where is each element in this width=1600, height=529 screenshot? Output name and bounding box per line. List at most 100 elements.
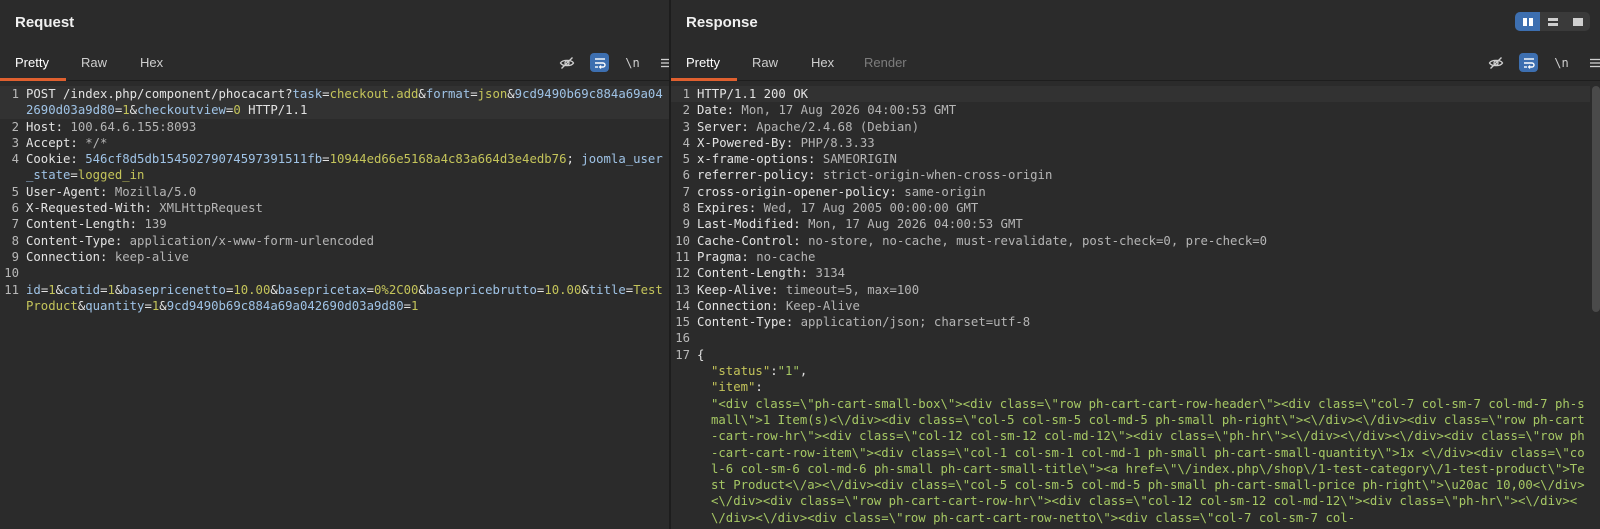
code-token: :	[770, 364, 778, 379]
request-editor[interactable]: 1 POST /index.php/component/phocacart?tas…	[0, 86, 669, 529]
code-line: 1 POST /index.php/component/phocacart?tas…	[0, 86, 669, 119]
line-number	[671, 396, 691, 526]
code-token: application/json; charset=utf-8	[800, 315, 1031, 330]
code-token: Date:	[697, 103, 742, 118]
response-tab-raw[interactable]: Raw	[737, 46, 793, 80]
line-content: Keep-Alive: timeout=5, max=100	[691, 282, 1590, 298]
menu-icon[interactable]	[1585, 53, 1600, 72]
line-content: Content-Type: application/json; charset=…	[691, 314, 1590, 330]
request-tab-pretty[interactable]: Pretty	[0, 46, 66, 81]
line-content: Host: 100.64.6.155:8093	[20, 119, 669, 135]
code-line: 3 Server: Apache/2.4.68 (Debian)	[671, 119, 1590, 135]
line-content: "status":"1",	[691, 363, 1590, 379]
code-line: 9 Last-Modified: Mon, 17 Aug 2026 04:00:5…	[671, 216, 1590, 232]
request-tab-hex[interactable]: Hex	[125, 46, 178, 80]
code-line: 7 Content-Length: 139	[0, 216, 669, 232]
layout-side-by-side-icon[interactable]	[1515, 12, 1540, 31]
menu-icon[interactable]	[656, 53, 669, 72]
code-token: &	[159, 298, 167, 313]
word-wrap-icon[interactable]	[590, 53, 609, 72]
code-token: Content-Type:	[697, 315, 801, 330]
code-token: Mon, 17 Aug 2026 04:00:53 GMT	[741, 103, 957, 118]
response-tab-hex[interactable]: Hex	[796, 46, 849, 80]
code-token: timeout=5, max=100	[785, 282, 920, 297]
line-number: 2	[682, 103, 690, 118]
line-number: 5	[682, 152, 690, 167]
line-content: Expires: Wed, 17 Aug 2005 00:00:00 GMT	[691, 200, 1590, 216]
code-token: no-cache	[756, 249, 816, 264]
response-tab-pretty[interactable]: Pretty	[671, 46, 737, 81]
code-line: 8 Content-Type: application/x-www-form-ur…	[0, 233, 669, 249]
code-token: basepricebrutto	[425, 282, 537, 297]
code-token: 1	[48, 282, 56, 297]
code-token: &	[55, 282, 64, 297]
code-line: 1 HTTP/1.1 200 OK	[671, 86, 1590, 103]
code-token: referrer-policy:	[697, 168, 823, 183]
code-line: 9 Connection: keep-alive	[0, 249, 669, 265]
http-message-viewer: Request Pretty Raw Hex \n 1 POST /index.p…	[0, 0, 1600, 529]
code-token: */*	[85, 135, 108, 150]
code-line: 5 User-Agent: Mozilla/5.0	[0, 184, 669, 200]
code-line: 15 Content-Type: application/json; charse…	[671, 314, 1590, 330]
code-token: 1	[411, 298, 419, 313]
line-content: HTTP/1.1 200 OK	[691, 86, 1590, 102]
word-wrap-icon[interactable]	[1519, 53, 1538, 72]
line-number: 16	[675, 331, 690, 346]
newline-toggle[interactable]: \n	[1552, 53, 1571, 72]
code-token: &	[581, 282, 589, 297]
line-number: 8	[682, 201, 690, 216]
code-token: Content-Length:	[26, 217, 145, 232]
line-number: 4	[11, 152, 19, 167]
code-token: &	[418, 282, 426, 297]
code-token: PHP/8.3.33	[800, 135, 875, 150]
code-token: Accept:	[26, 135, 86, 150]
line-number: 5	[11, 184, 19, 199]
line-content: Server: Apache/2.4.68 (Debian)	[691, 119, 1590, 135]
line-number: 1	[682, 87, 690, 101]
code-line: 13 Keep-Alive: timeout=5, max=100	[671, 282, 1590, 298]
response-tab-render[interactable]: Render	[849, 46, 922, 80]
response-editor[interactable]: 1 HTTP/1.1 200 OK 2 Date: Mon, 17 Aug 2026 …	[671, 86, 1590, 529]
code-line: 14 Connection: Keep-Alive	[671, 298, 1590, 314]
code-line: 16	[671, 330, 1590, 346]
code-token: =	[470, 87, 478, 101]
request-tab-raw[interactable]: Raw	[66, 46, 122, 80]
code-line: 11 Pragma: no-cache	[671, 249, 1590, 265]
layout-vertical-icon[interactable]	[1540, 12, 1565, 31]
code-token: catid	[63, 282, 101, 297]
code-token: HTTP/1.1	[240, 103, 308, 118]
line-content: referrer-policy: strict-origin-when-cros…	[691, 167, 1590, 183]
line-content: cross-origin-opener-policy: same-origin	[691, 184, 1590, 200]
code-token: 100.64.6.155:8093	[70, 119, 197, 134]
code-token: Content-Type:	[26, 233, 130, 248]
code-token: logged_in	[77, 168, 145, 183]
code-token: {	[697, 347, 705, 362]
line-content: Cookie: 546cf8d5db15450279074597391511fb…	[20, 151, 669, 184]
response-scrollbar[interactable]	[1592, 86, 1600, 312]
hide-nonprintable-icon[interactable]	[1486, 53, 1505, 72]
newline-toggle[interactable]: \n	[623, 53, 642, 72]
code-token: 9cd9490b69c884a69a042690d03a9d80	[166, 298, 404, 313]
code-token: Content-Length:	[697, 266, 816, 281]
code-token: checkout.add	[329, 87, 419, 101]
code-token: Connection:	[26, 249, 115, 264]
code-line: 2 Host: 100.64.6.155:8093	[0, 119, 669, 135]
code-token: json	[477, 87, 508, 101]
code-line: 11 id=1&catid=1&basepricenetto=10.00&base…	[0, 282, 669, 315]
code-token: X-Requested-With:	[26, 201, 160, 216]
code-token: "status"	[711, 364, 771, 379]
code-token: HTTP/1.1 200 OK	[697, 87, 809, 101]
code-token: =	[144, 298, 152, 313]
code-token: 139	[144, 217, 167, 232]
code-token: Cache-Control:	[697, 233, 809, 248]
line-number: 10	[4, 266, 19, 281]
code-token: ;	[566, 152, 582, 167]
code-token: Pragma:	[697, 249, 757, 264]
code-token: Connection:	[697, 298, 786, 313]
code-token: application/x-www-form-urlencoded	[129, 233, 374, 248]
code-token: no-store, no-cache, must-revalidate, pos…	[808, 233, 1268, 248]
layout-tabs-icon[interactable]	[1565, 12, 1590, 31]
code-token: x-frame-options:	[697, 152, 823, 167]
code-token: format	[425, 87, 471, 101]
hide-nonprintable-icon[interactable]	[557, 53, 576, 72]
